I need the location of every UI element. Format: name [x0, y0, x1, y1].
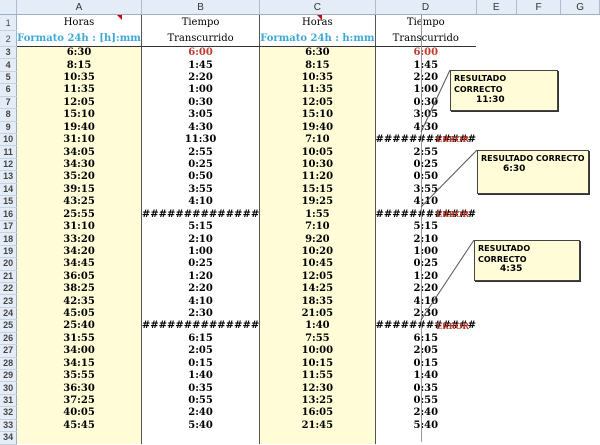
callout-title: RESULTADO CORRECTO: [454, 74, 507, 94]
callout-box[interactable]: RESULTADO CORRECTO 11:30: [450, 70, 558, 111]
callout-title: RESULTADO CORRECTO: [478, 244, 531, 264]
callout-value: 6:30: [503, 164, 526, 174]
error-label: ERROR: [436, 209, 470, 219]
callout-box[interactable]: RESULTADO CORRECTO 6:30: [477, 150, 589, 194]
error-label: ERROR: [436, 134, 470, 144]
error-label: ERROR: [436, 321, 470, 331]
callout-leader-lines: [420, 69, 478, 321]
callout-box[interactable]: RESULTADO CORRECTO 4:35: [474, 240, 580, 281]
callout-title: RESULTADO CORRECTO: [481, 154, 585, 163]
callout-value: 4:35: [500, 264, 523, 274]
callout-value: 11:30: [476, 95, 505, 105]
